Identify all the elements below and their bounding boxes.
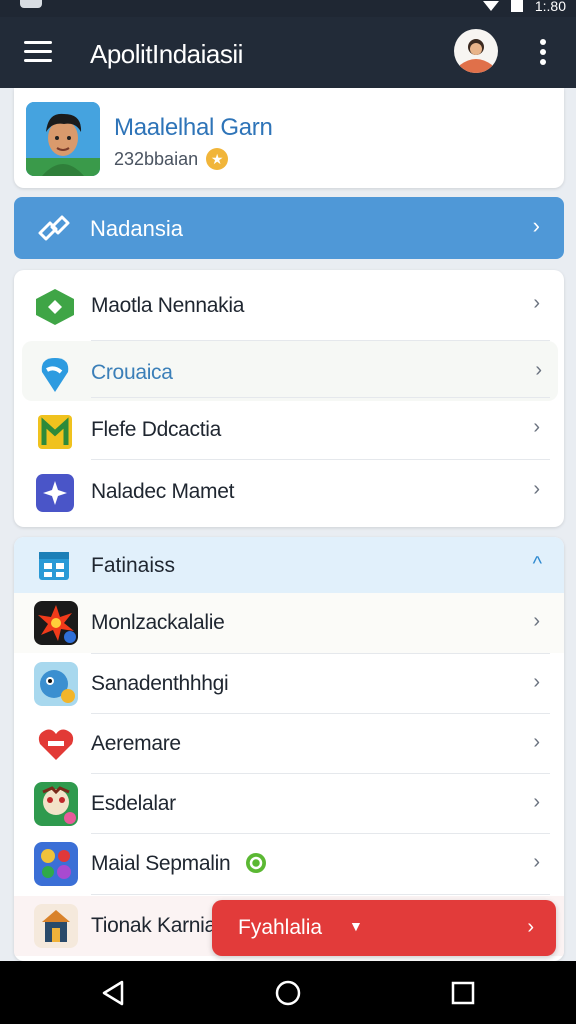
fyahlalia-button[interactable]: Fyahlalia ▼ › bbox=[212, 900, 556, 956]
blue-pin-icon bbox=[41, 358, 69, 392]
chevron-right-icon: › bbox=[533, 478, 540, 500]
avatar-icon[interactable] bbox=[454, 29, 498, 73]
chevron-right-icon: › bbox=[533, 416, 540, 438]
character-app-icon bbox=[34, 662, 78, 706]
section-fatinaiss: Fatinaiss ^ Monlzackalalie › Sanadenthhh… bbox=[14, 537, 564, 961]
profile-name: Maalelhal Garn bbox=[114, 114, 273, 141]
list-item[interactable]: Flefe Ddcactia › bbox=[14, 398, 564, 458]
section-header[interactable]: Fatinaiss ^ bbox=[14, 537, 564, 593]
status-icons: 1:.80 bbox=[482, 0, 566, 14]
list-item-label: Naladec Mamet bbox=[91, 480, 235, 503]
mask-app-icon bbox=[34, 782, 78, 826]
clock: 1:.80 bbox=[534, 0, 566, 14]
app-bar: ApolitIndaiasii bbox=[0, 17, 576, 88]
list-item[interactable]: Aeremare › bbox=[14, 714, 564, 774]
notification-icon bbox=[20, 0, 42, 8]
banner-label: Nadansia bbox=[90, 216, 183, 241]
banner-nadansia[interactable]: Nadansia › bbox=[14, 197, 564, 259]
list-item-label: Maotla Nennakia bbox=[91, 294, 245, 317]
link-icon bbox=[38, 215, 70, 241]
tower-app-icon bbox=[34, 904, 78, 948]
menu-list: Maotla Nennakia › Crouaica › Flefe Ddcac… bbox=[14, 270, 564, 527]
status-bar: 1:.80 bbox=[0, 0, 576, 17]
list-item-label: Aeremare bbox=[91, 732, 181, 755]
chevron-right-icon: › bbox=[533, 292, 540, 314]
system-nav-bar bbox=[0, 961, 576, 1024]
verified-badge-icon bbox=[246, 853, 266, 873]
caret-down-icon: ▼ bbox=[349, 918, 363, 934]
list-item-label: Monlzackalalie bbox=[91, 611, 225, 634]
list-item-label: Esdelalar bbox=[91, 792, 176, 815]
sparkle-icon bbox=[36, 474, 74, 512]
chevron-right-icon: › bbox=[533, 610, 540, 632]
list-item-label: Flefe Ddcactia bbox=[91, 418, 222, 441]
more-vert-icon[interactable] bbox=[538, 39, 548, 67]
recents-icon[interactable] bbox=[448, 978, 478, 1008]
divider bbox=[91, 894, 550, 895]
list-item[interactable]: Maotla Nennakia › bbox=[14, 274, 564, 334]
profile-card[interactable]: Maalelhal Garn 232bbaian ★ bbox=[14, 88, 564, 188]
home-icon[interactable] bbox=[273, 978, 303, 1008]
list-item[interactable]: Monlzackalalie › bbox=[14, 593, 564, 653]
chevron-right-icon: › bbox=[533, 671, 540, 693]
fab-label: Fyahlalia bbox=[238, 916, 323, 939]
profile-avatar bbox=[26, 102, 100, 176]
grid-icon bbox=[39, 552, 69, 580]
wifi-icon bbox=[482, 1, 499, 11]
chevron-right-icon: › bbox=[527, 916, 534, 938]
app-title: ApolitIndaiasii bbox=[90, 39, 243, 69]
list-item[interactable]: Maial Sepmalin › bbox=[14, 834, 564, 894]
burst-app-icon bbox=[34, 601, 78, 645]
chevron-up-icon: ^ bbox=[532, 553, 542, 575]
list-item-label: Maial Sepmalin bbox=[91, 852, 231, 875]
heart-app-icon bbox=[38, 729, 74, 760]
chevron-right-icon: › bbox=[533, 731, 540, 753]
list-item-label: Crouaica bbox=[91, 361, 173, 384]
chevron-right-icon: › bbox=[533, 791, 540, 813]
chevron-right-icon: › bbox=[533, 851, 540, 873]
section-title: Fatinaiss bbox=[91, 554, 176, 577]
list-item-label: Sanadenthhhgi bbox=[91, 672, 229, 695]
yellow-box-icon bbox=[38, 415, 72, 449]
profile-subtitle: 232bbaian ★ bbox=[114, 148, 229, 170]
chevron-right-icon: › bbox=[535, 359, 542, 381]
chevron-right-icon: › bbox=[532, 213, 540, 238]
green-tag-icon bbox=[36, 289, 74, 325]
battery-icon bbox=[510, 0, 523, 12]
profile-subtitle-text: 232bbaian bbox=[114, 148, 199, 169]
list-item[interactable]: Naladec Mamet › bbox=[14, 460, 564, 520]
puzzle-app-icon bbox=[34, 842, 78, 886]
list-item[interactable]: Crouaica › bbox=[22, 341, 558, 401]
list-item-label: Tionak Karnia bbox=[91, 914, 216, 937]
star-icon: ★ bbox=[206, 148, 229, 170]
list-item[interactable]: Sanadenthhhgi › bbox=[14, 654, 564, 714]
menu-icon[interactable] bbox=[24, 41, 52, 63]
list-item[interactable]: Esdelalar › bbox=[14, 774, 564, 834]
back-icon[interactable] bbox=[98, 978, 128, 1008]
